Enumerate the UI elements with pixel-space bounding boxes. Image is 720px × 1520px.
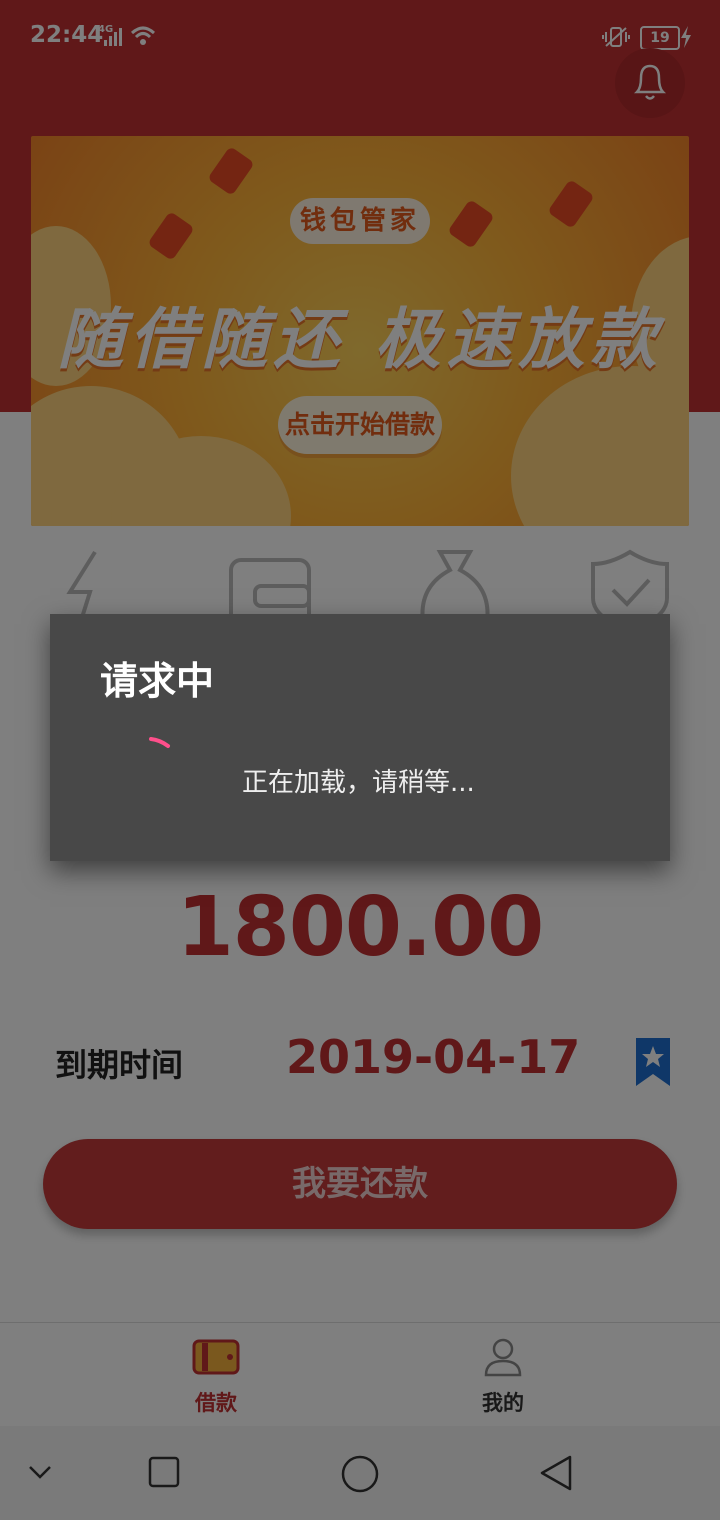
dialog-message: 正在加载，请稍等... <box>242 768 475 798</box>
loading-dialog: 请求中 正在加载，请稍等... <box>50 614 670 861</box>
dialog-title: 请求中 <box>100 659 215 703</box>
loading-spinner-icon <box>149 737 170 748</box>
